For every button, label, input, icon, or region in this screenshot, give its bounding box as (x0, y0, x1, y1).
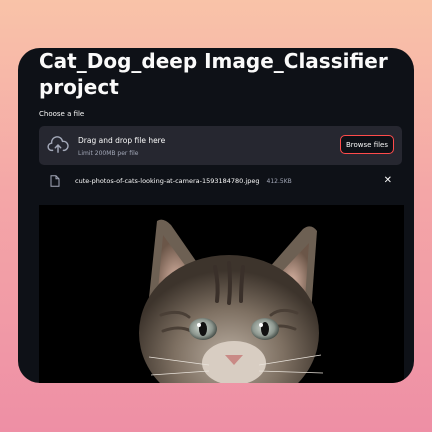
file-uploader-label: Choose a file (39, 110, 85, 118)
app-window: Cat_Dog_deep Image_Classifier project Ch… (18, 48, 414, 383)
page-title: Cat_Dog_deep Image_Classifier project (39, 49, 388, 99)
dropzone-limit: Limit 200MB per file (78, 150, 139, 157)
browse-files-button[interactable]: Browse files (340, 135, 394, 154)
cloud-upload-icon (47, 136, 69, 153)
uploaded-image (39, 205, 404, 383)
cat-photo (139, 219, 324, 383)
file-icon (50, 175, 60, 187)
uploaded-file-row: cute-photos-of-cats-looking-at-camera-15… (39, 172, 402, 190)
file-name: cute-photos-of-cats-looking-at-camera-15… (75, 177, 292, 185)
dropzone-instruction: Drag and drop file here (78, 136, 166, 145)
file-dropzone[interactable]: Drag and drop file here Limit 200MB per … (39, 126, 402, 165)
file-name-text: cute-photos-of-cats-looking-at-camera-15… (75, 177, 260, 185)
close-icon[interactable]: ✕ (384, 175, 392, 186)
file-size: 412.5KB (266, 178, 292, 185)
